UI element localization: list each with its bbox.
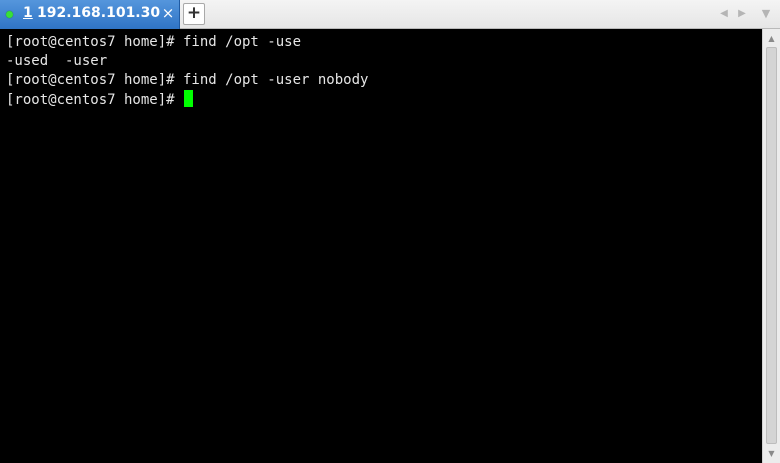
terminal-prompt: [root@centos7 home]# [6,92,175,108]
scroll-tabs-right-icon[interactable]: ▶ [735,6,749,22]
tab-title: 192.168.101.30 [37,5,161,21]
terminal-line: [root@centos7 home]# find /opt -user nob… [6,72,369,88]
connection-status-icon [6,11,13,18]
terminal-line: -used -user [6,53,108,69]
tab-list-menu-icon[interactable]: ▼ [757,4,775,24]
scrollbar-thumb[interactable] [766,47,777,444]
terminal-prompt-line: [root@centos7 home]# [6,90,762,109]
new-tab-button[interactable]: + [183,3,205,25]
scroll-down-arrow-icon[interactable]: ▼ [763,447,780,461]
terminal-output[interactable]: [root@centos7 home]# find /opt -use -use… [0,29,762,463]
scroll-tabs-left-icon[interactable]: ◀ [717,6,731,22]
terminal-line: [root@centos7 home]# find /opt -use [6,34,302,50]
scroll-up-arrow-icon[interactable]: ▲ [763,32,780,46]
vertical-scrollbar[interactable]: ▲ ▼ [762,29,780,463]
text-cursor [183,90,193,107]
close-tab-icon[interactable]: × [160,3,176,23]
tab-number: 1 [23,5,33,21]
tab-bar: 1 192.168.101.30 × + ◀ ▶ ▼ [0,0,780,29]
session-tab-1[interactable]: 1 192.168.101.30 × [0,0,180,29]
terminal-window: 1 192.168.101.30 × + ◀ ▶ ▼ [root@centos7… [0,0,780,463]
